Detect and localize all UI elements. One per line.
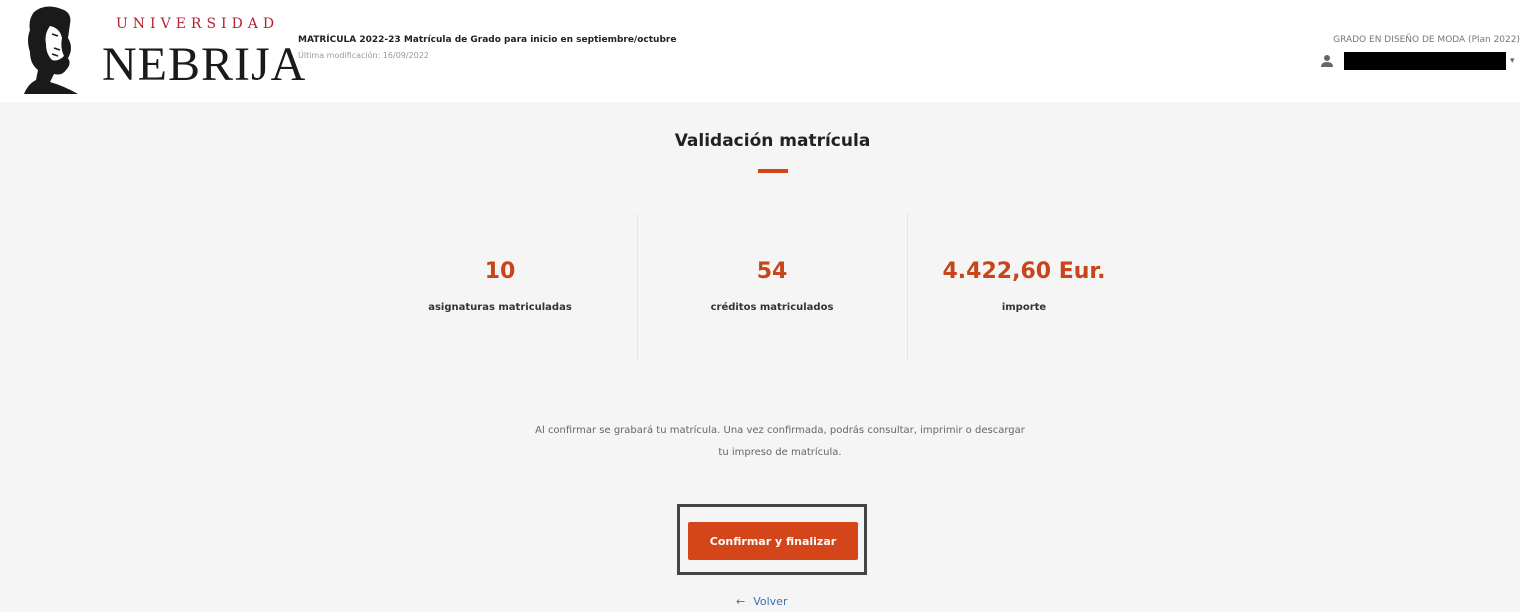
divider xyxy=(907,214,908,360)
stat-label: asignaturas matriculadas xyxy=(428,302,572,313)
last-modified: Última modificación: 16/09/2022 xyxy=(298,51,429,60)
header: UNIVERSIDAD NEBRIJA MATRÍCULA 2022-23 Ma… xyxy=(0,0,1520,102)
stat-value: 4.422,60 Eur. xyxy=(942,259,1106,284)
user-icon xyxy=(1321,55,1333,67)
university-logo[interactable]: UNIVERSIDAD NEBRIJA xyxy=(10,2,305,98)
confirmation-info: Al confirmar se grabará tu matrícula. Un… xyxy=(470,420,1090,464)
stat-value: 10 xyxy=(484,259,516,284)
stat-value: 54 xyxy=(756,259,788,284)
divider xyxy=(637,214,638,360)
chevron-down-icon[interactable]: ▾ xyxy=(1510,56,1515,66)
title-underline xyxy=(758,169,788,173)
logo-top-text: UNIVERSIDAD xyxy=(116,16,280,32)
stat-label: importe xyxy=(1001,302,1047,313)
stat-amount: 4.422,60 Eur. importe xyxy=(924,258,1124,313)
info-line: tu impreso de matrícula. xyxy=(718,447,842,458)
logo-main-text: NEBRIJA xyxy=(102,38,307,91)
info-line: Al confirmar se grabará tu matrícula. Un… xyxy=(535,425,1025,436)
back-label: Volver xyxy=(753,595,788,608)
stat-credits: 54 créditos matriculados xyxy=(672,258,872,313)
nebrija-portrait-icon xyxy=(24,6,78,95)
course-title: MATRÍCULA 2022-23 Matrícula de Grado par… xyxy=(298,35,677,45)
user-name-redacted xyxy=(1344,52,1506,70)
stat-label: créditos matriculados xyxy=(710,302,834,313)
stat-subjects: 10 asignaturas matriculadas xyxy=(400,258,600,313)
page-title: Validación matrícula xyxy=(674,131,871,151)
degree-name: GRADO EN DISEÑO DE MODA (Plan 2022) xyxy=(1333,35,1520,45)
user-menu[interactable]: ▾ xyxy=(1320,52,1520,70)
confirm-finish-button[interactable]: Confirmar y finalizar xyxy=(688,522,858,560)
back-link[interactable]: ← Volver xyxy=(736,595,787,608)
arrow-left-icon: ← xyxy=(736,595,746,608)
